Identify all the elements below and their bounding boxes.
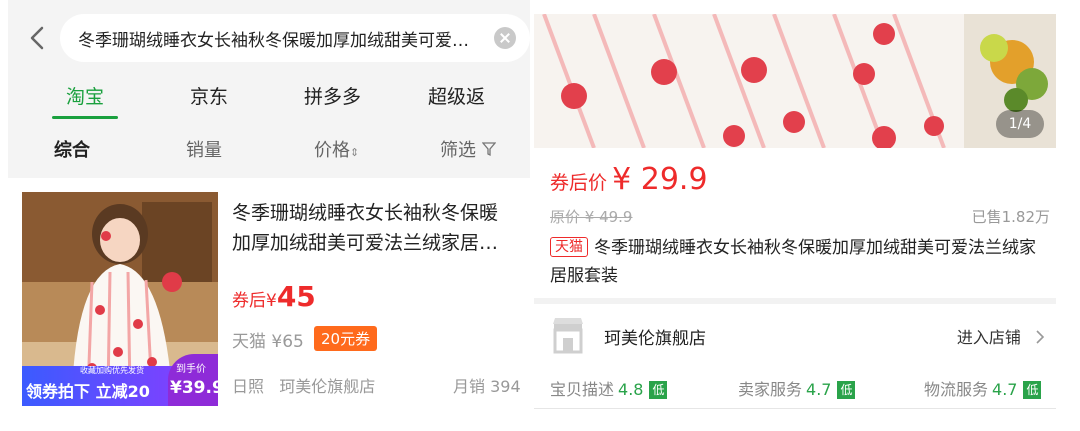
sold-count: 已售1.82万 <box>971 208 1050 226</box>
hero-photo <box>534 14 1056 148</box>
shop-icon <box>553 318 583 354</box>
sort-caret-icon: ⇕ <box>350 146 360 159</box>
rating-value: 4.8 <box>618 380 644 399</box>
rating-service: 卖家服务 4.7 低 <box>738 376 856 400</box>
tab-super-rebate[interactable]: 超级返 <box>428 82 485 109</box>
price-value: 45 <box>276 280 316 313</box>
active-tab-indicator <box>52 116 118 119</box>
filter-button[interactable]: 筛选 <box>440 136 497 162</box>
tab-pinduoduo[interactable]: 拼多多 <box>304 82 361 109</box>
product-price: 券后¥45 <box>232 280 316 313</box>
hand-price: ¥39.9 <box>170 378 218 398</box>
filter-funnel-icon <box>481 142 497 157</box>
image-pager: 1/4 <box>996 110 1044 138</box>
shop-name[interactable]: 珂美伦旗舰店 <box>279 377 375 396</box>
promo-banner-text: 领券拍下 立减20 <box>26 382 150 401</box>
promo-banner-small-text: 收藏加购优先发货 <box>80 366 144 375</box>
search-header: 冬季珊瑚绒睡衣女长袖秋冬保暖加厚加绒甜美可爱法兰绒家居服套装 淘宝 京东 拼多多… <box>8 0 530 178</box>
enter-shop-label: 进入店铺 <box>956 328 1021 347</box>
product-thumbnail[interactable]: 收藏加购优先发货 领券拍下 立减20 到手价 ¥39.9 <box>22 192 218 406</box>
tmall-tag: 天猫 <box>550 237 588 257</box>
coupon-price: 券后价 ¥ 29.9 <box>550 162 708 197</box>
tab-taobao[interactable]: 淘宝 <box>66 82 104 109</box>
enter-shop-link[interactable]: 进入店铺 <box>957 324 1046 348</box>
clear-icon[interactable] <box>494 27 516 49</box>
rating-description: 宝贝描述 4.8 低 <box>550 376 668 400</box>
bottom-divider <box>534 408 1056 409</box>
product-hero-image[interactable]: 1/4 <box>534 14 1056 148</box>
rating-label: 宝贝描述 <box>550 380 615 399</box>
chevron-right-icon <box>1036 330 1045 344</box>
sort-price-label: 价格 <box>314 140 350 161</box>
shop-info: 日照 珂美伦旗舰店 <box>232 373 375 397</box>
sort-sales[interactable]: 销量 <box>186 136 222 162</box>
filter-label: 筛选 <box>440 140 476 161</box>
rating-value: 4.7 <box>806 380 832 399</box>
price-symbol: ¥ <box>266 291 277 311</box>
product-title-text: 冬季珊瑚绒睡衣女长袖秋冬保暖加厚加绒甜美可爱法兰绒家居服套装 <box>550 238 1036 286</box>
rating-level: 低 <box>1023 381 1042 399</box>
back-arrow-icon[interactable] <box>24 22 52 54</box>
shop-name-detail[interactable]: 珂美伦旗舰店 <box>604 324 706 349</box>
coupon-badge[interactable]: 20元券 <box>314 326 378 351</box>
search-input[interactable]: 冬季珊瑚绒睡衣女长袖秋冬保暖加厚加绒甜美可爱法兰绒家居服套装 <box>60 14 530 62</box>
coupon-price-value: ¥ 29.9 <box>612 162 708 197</box>
hand-price-badge: 到手价 ¥39.9 <box>168 354 218 406</box>
monthly-sales: 月销 394 <box>453 377 521 396</box>
tmall-price: 天猫 ¥65 <box>232 332 304 352</box>
original-price: 原价 ¥ 49.9 <box>550 208 633 226</box>
section-divider <box>534 298 1056 304</box>
coupon-price-label: 券后价 <box>550 172 608 194</box>
rating-label: 物流服务 <box>924 380 989 399</box>
rating-label: 卖家服务 <box>738 380 803 399</box>
hand-price-label: 到手价 <box>176 364 206 375</box>
tab-jd[interactable]: 京东 <box>190 82 228 109</box>
product-title[interactable]: 冬季珊瑚绒睡衣女长袖秋冬保暖加厚加绒甜美可爱法兰绒家居服套装 <box>232 198 514 258</box>
rating-value: 4.7 <box>992 380 1018 399</box>
shop-location: 日照 <box>232 377 265 396</box>
price-label: 券后 <box>232 291 266 311</box>
rating-level: 低 <box>649 381 668 399</box>
sort-price[interactable]: 价格⇕ <box>314 136 359 162</box>
product-detail-panel: 1/4 券后价 ¥ 29.9 原价 ¥ 49.9 已售1.82万 天猫 冬季珊瑚绒… <box>534 0 1070 431</box>
sort-comprehensive[interactable]: 综合 <box>54 136 90 162</box>
rating-level: 低 <box>837 381 856 399</box>
rating-logistics: 物流服务 4.7 低 <box>924 376 1042 400</box>
search-results-panel: 冬季珊瑚绒睡衣女长袖秋冬保暖加厚加绒甜美可爱法兰绒家居服套装 淘宝 京东 拼多多… <box>8 0 530 431</box>
product-title-detail: 天猫 冬季珊瑚绒睡衣女长袖秋冬保暖加厚加绒甜美可爱法兰绒家居服套装 <box>550 234 1050 290</box>
search-query: 冬季珊瑚绒睡衣女长袖秋冬保暖加厚加绒甜美可爱法兰绒家居服套装 <box>78 31 478 51</box>
